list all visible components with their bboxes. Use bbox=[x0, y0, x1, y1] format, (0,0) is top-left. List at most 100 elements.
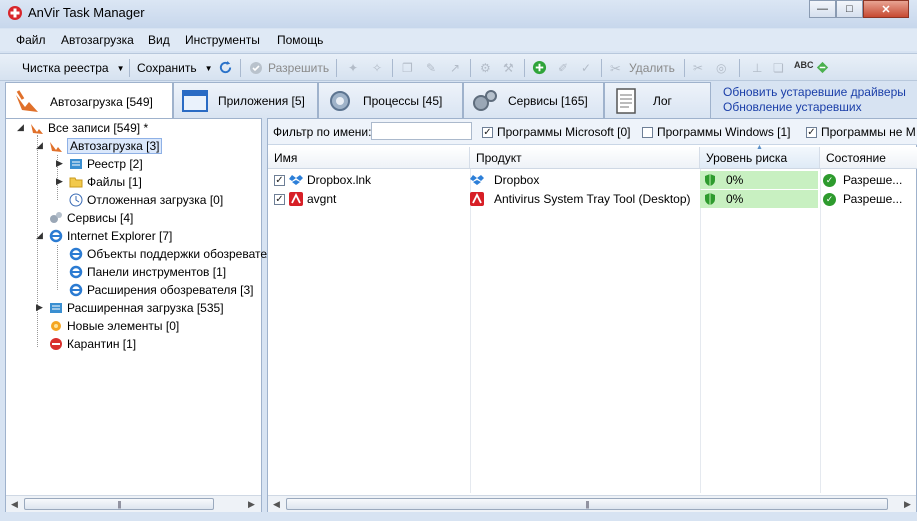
table-row[interactable]: ✓ Dropbox.lnk Dropbox 0% ✓ Разреше... bbox=[268, 171, 917, 189]
filter-name-input[interactable] bbox=[371, 122, 472, 140]
internet-explorer-icon bbox=[69, 265, 83, 278]
scrollbar-thumb[interactable]: ||| bbox=[24, 498, 214, 510]
table-row[interactable]: ✓ avgnt Antivirus System Tray Tool (Desk… bbox=[268, 190, 917, 208]
sort-arrow-icon: ▲ bbox=[756, 144, 763, 151]
clean-registry-button[interactable]: Чистка реестра ▼ bbox=[22, 59, 125, 77]
filter-label: Фильтр по имени: bbox=[273, 125, 372, 139]
tree-item-extensions[interactable]: Расширения обозревателя [3] bbox=[69, 281, 254, 298]
collapse-icon[interactable]: ◢ bbox=[36, 140, 43, 151]
add-icon[interactable] bbox=[532, 60, 547, 75]
chevron-down-icon: ▼ bbox=[116, 63, 125, 73]
tree-horizontal-scrollbar[interactable]: ◀ ||| ▶ bbox=[6, 495, 261, 512]
tree-item-extended-startup[interactable]: ▶ Расширенная загрузка [535] bbox=[36, 299, 224, 316]
toolbar-separator bbox=[392, 59, 393, 77]
filter-non-microsoft-checkbox[interactable]: ✓ Программы не М bbox=[806, 125, 916, 139]
tree-item-bho[interactable]: Объекты поддержки обозревателя bbox=[69, 245, 280, 262]
web-icon[interactable]: ◎ bbox=[716, 61, 726, 75]
tab-applications[interactable]: Приложения [5] bbox=[173, 82, 318, 118]
gears-icon bbox=[50, 211, 62, 223]
disabled-tool-icon[interactable]: ✧ bbox=[372, 61, 382, 75]
delete-button[interactable]: ✂ Удалить bbox=[610, 59, 675, 77]
tree-item-internet-explorer[interactable]: ◢ Internet Explorer [7] bbox=[36, 227, 173, 244]
column-divider bbox=[820, 169, 821, 493]
collapse-icon[interactable]: ◢ bbox=[17, 122, 24, 133]
pin-icon[interactable]: ⊥ bbox=[752, 61, 762, 75]
scroll-left-icon[interactable]: ◀ bbox=[268, 496, 285, 512]
entries-pane: Фильтр по имени: ✓ Программы Microsoft [0… bbox=[267, 118, 917, 512]
export-icon[interactable] bbox=[815, 60, 830, 75]
tab-log[interactable]: Лог bbox=[604, 82, 711, 118]
expand-icon[interactable]: ▶ bbox=[56, 158, 63, 169]
tab-startup[interactable]: Автозагрузка [549] bbox=[5, 82, 173, 120]
tree-item-new[interactable]: Новые элементы [0] bbox=[49, 317, 179, 334]
shield-icon bbox=[705, 174, 715, 186]
scroll-right-icon[interactable]: ▶ bbox=[243, 496, 260, 512]
save-label: Сохранить bbox=[137, 61, 197, 75]
startup-icon bbox=[31, 123, 43, 134]
tools-icon[interactable]: ⚒ bbox=[503, 61, 514, 75]
properties-icon[interactable]: ✎ bbox=[426, 61, 436, 75]
filter-windows-checkbox[interactable]: Программы Windows [1] bbox=[642, 125, 791, 139]
tab-services[interactable]: Сервисы [165] bbox=[463, 82, 604, 118]
menu-tools[interactable]: Инструменты bbox=[185, 33, 260, 47]
tree-item-label: Сервисы [4] bbox=[67, 210, 134, 225]
tree-item-services[interactable]: Сервисы [4] bbox=[49, 209, 133, 226]
checkmark-icon[interactable]: ✓ bbox=[581, 61, 591, 75]
menu-view[interactable]: Вид bbox=[148, 33, 170, 47]
column-state[interactable]: Состояние bbox=[820, 147, 917, 168]
row-checkbox[interactable]: ✓ bbox=[274, 193, 285, 205]
document-icon[interactable]: ❏ bbox=[773, 61, 784, 75]
filter-checkbox-label: Программы Microsoft [0] bbox=[497, 125, 631, 139]
jump-icon[interactable]: ↗ bbox=[450, 61, 460, 75]
tree-item-label: Панели инструментов [1] bbox=[87, 264, 227, 279]
tree-item-registry[interactable]: ▶ Реестр [2] bbox=[56, 155, 143, 172]
close-button[interactable]: ✕ bbox=[863, 0, 909, 18]
notebook-icon bbox=[616, 87, 636, 114]
check-circle-icon: ✓ bbox=[823, 192, 836, 206]
cut-icon[interactable]: ✂ bbox=[693, 61, 703, 75]
tree-item-files[interactable]: ▶ Файлы [1] bbox=[56, 173, 142, 190]
copy-icon[interactable]: ❐ bbox=[402, 61, 413, 75]
allow-button[interactable]: Разрешить bbox=[249, 59, 329, 77]
expand-icon[interactable]: ▶ bbox=[56, 176, 63, 187]
spellcheck-icon[interactable]: ABC bbox=[794, 60, 814, 70]
tree-item-toolbars[interactable]: Панели инструментов [1] bbox=[69, 263, 226, 280]
tree-item-label: Internet Explorer [7] bbox=[67, 228, 173, 243]
clock-icon bbox=[69, 193, 83, 206]
row-checkbox[interactable]: ✓ bbox=[274, 174, 285, 186]
toolbar-separator bbox=[129, 59, 130, 77]
startup-tab-icon bbox=[16, 89, 38, 112]
minimize-button[interactable]: — bbox=[809, 0, 836, 18]
refresh-icon[interactable] bbox=[218, 60, 233, 75]
column-risk[interactable]: Уровень риска ▲ bbox=[700, 144, 820, 168]
menu-file[interactable]: Файл bbox=[16, 33, 46, 47]
tab-processes[interactable]: Процессы [45] bbox=[318, 82, 463, 118]
tree-item-delayed[interactable]: Отложенная загрузка [0] bbox=[69, 191, 223, 208]
tree-item-quarantine[interactable]: Карантин [1] bbox=[49, 335, 136, 352]
disabled-tool-icon[interactable]: ✦ bbox=[348, 61, 358, 75]
update-drivers-link[interactable]: Обновить устаревшие драйверы bbox=[723, 85, 913, 100]
settings-icon[interactable]: ⚙ bbox=[480, 61, 491, 75]
allow-icon bbox=[250, 62, 262, 74]
expand-icon[interactable]: ▶ bbox=[36, 302, 43, 313]
table-horizontal-scrollbar[interactable]: ◀ ||| ▶ bbox=[268, 495, 916, 512]
scroll-left-icon[interactable]: ◀ bbox=[6, 496, 23, 512]
collapse-icon[interactable]: ◢ bbox=[36, 230, 43, 241]
update-outdated-link[interactable]: Обновление устаревших bbox=[723, 100, 913, 115]
scrollbar-thumb[interactable]: ||| bbox=[286, 498, 888, 510]
filter-microsoft-checkbox[interactable]: ✓ Программы Microsoft [0] bbox=[482, 125, 631, 139]
registry-icon bbox=[50, 302, 62, 313]
column-name[interactable]: Имя bbox=[268, 147, 470, 168]
column-product[interactable]: Продукт bbox=[470, 147, 700, 168]
save-button[interactable]: Сохранить ▼ bbox=[137, 59, 213, 77]
menu-startup[interactable]: Автозагрузка bbox=[61, 33, 134, 47]
menu-help[interactable]: Помощь bbox=[277, 33, 323, 47]
row-state-cell: ✓ Разреше... bbox=[823, 190, 902, 208]
tree-item-all-records[interactable]: ◢ Все записи [549] * bbox=[17, 119, 148, 136]
edit-icon[interactable]: ✐ bbox=[558, 61, 568, 75]
category-tree: ◢ Все записи [549] * ◢ Автозагрузка [3] … bbox=[5, 118, 280, 512]
tree-item-startup[interactable]: ◢ Автозагрузка [3] bbox=[36, 137, 163, 154]
shield-icon bbox=[705, 193, 715, 205]
scroll-right-icon[interactable]: ▶ bbox=[899, 496, 916, 512]
maximize-button[interactable]: □ bbox=[836, 0, 863, 18]
